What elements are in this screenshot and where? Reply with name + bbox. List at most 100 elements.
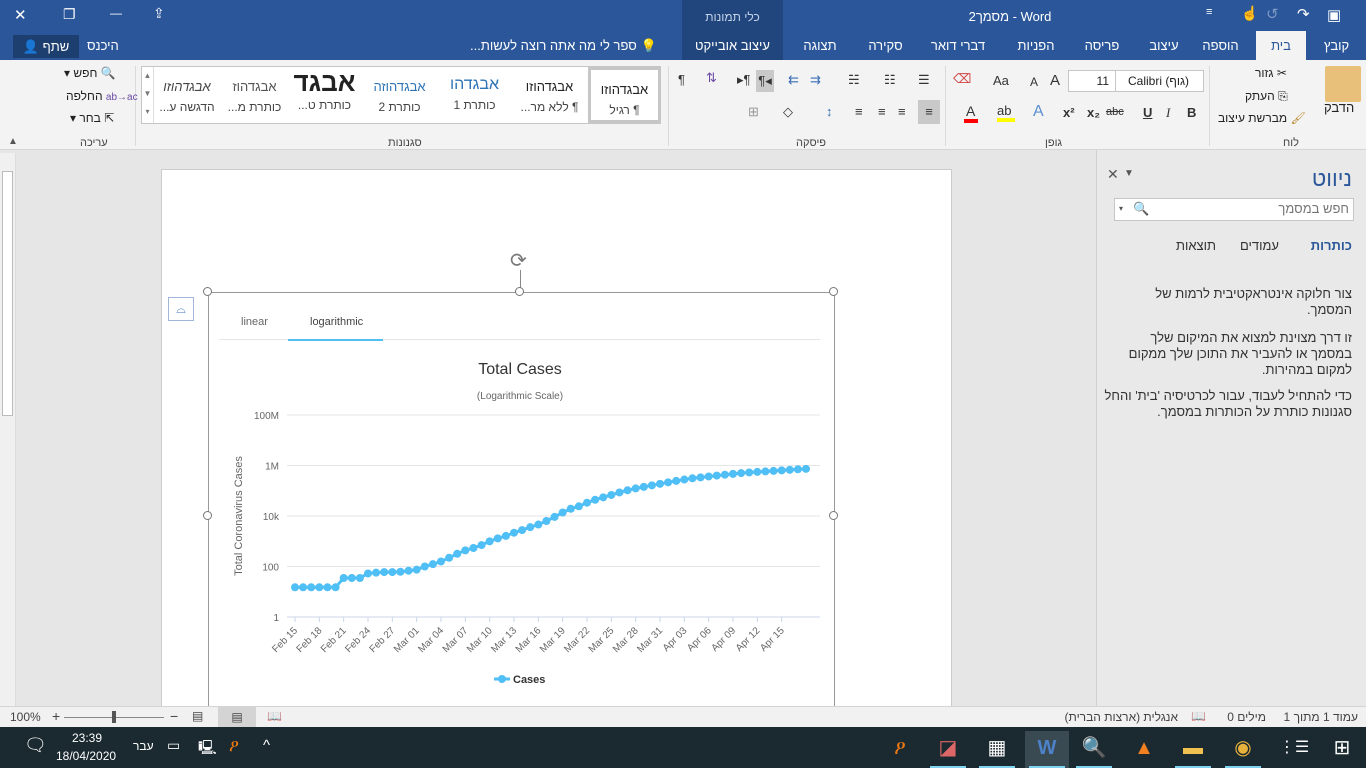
tab-file[interactable]: קובץ [1314,31,1359,60]
style-no-spacing[interactable]: אבגדהוזו ¶ ללא מר... [513,67,586,123]
style-subtitle[interactable]: אבגדהוז כותרת מ... [218,67,291,123]
sort-icon[interactable]: ⇅ [706,70,717,86]
multilevel-list-icon[interactable]: ☵ [848,72,860,88]
nav-tab-pages[interactable]: עמודים [1240,238,1279,253]
style-heading-2[interactable]: אבגדהוזה כותרת 2 [363,67,436,123]
shading-icon[interactable]: ◇ [783,104,793,120]
tray-search-icon[interactable]: ዖ [229,736,239,756]
nav-tab-headings[interactable]: כותרות [1311,238,1352,253]
tab-review[interactable]: סקירה [858,31,913,60]
grow-font-button[interactable]: A [1050,72,1060,89]
rtl-direction-button[interactable]: ¶◂ [756,70,774,92]
tab-home[interactable]: בית [1256,31,1306,60]
borders-icon[interactable]: ⊞ [748,104,759,120]
increase-indent-icon[interactable]: ⇉ [810,72,821,88]
gallery-scroll-buttons[interactable]: ▲ ▼ ▾ [142,67,154,123]
show-hidden-icons[interactable]: ^ [263,737,270,754]
legend-item-cases[interactable]: Cases [494,674,545,686]
show-marks-button[interactable]: ¶ [678,72,685,87]
ribbon-display-options-button[interactable]: ⇪ [153,5,165,22]
nav-tab-results[interactable]: תוצאות [1176,238,1216,253]
paste-icon[interactable] [1325,66,1361,102]
close-button[interactable]: ✕ [14,6,27,24]
search-app-icon[interactable]: ዖ [878,731,922,768]
language-status[interactable]: אנגלית (ארצות הברית) [1065,710,1178,724]
tell-me-box[interactable]: 💡 ספר לי מה אתה רוצה לעשות... [470,38,670,54]
nav-search-box[interactable]: 🔍 ▾ [1114,198,1354,221]
nav-search-input[interactable] [1159,201,1349,216]
zoom-level[interactable]: 100% [10,710,41,724]
task-view-icon[interactable]: ⋮☰ [1272,731,1316,768]
battery-icon[interactable]: ▭ [167,737,180,754]
style-subtle-emphasis[interactable]: אבגדהוזו הדגשה ע... [154,67,220,123]
search-icon[interactable]: 🔍 [1133,201,1149,217]
style-heading-1[interactable]: אבגדהו כותרת 1 [438,67,511,123]
shrink-font-button[interactable]: A [1030,75,1038,89]
zoom-out-button[interactable]: − [170,708,178,724]
cut-button[interactable]: ✂ גזור [1255,66,1287,80]
font-size-select[interactable]: 11 [1068,70,1116,92]
restore-button[interactable]: ❐ [63,6,76,23]
rotate-handle-icon[interactable]: ⟳ [510,248,527,273]
image-viewer-icon[interactable]: 🔍 [1072,731,1116,768]
subscript-button[interactable]: x₂ [1087,105,1100,120]
bullets-icon[interactable]: ☰ [918,72,930,88]
bold-button[interactable]: B [1187,105,1196,120]
vertical-scrollbar[interactable] [0,153,16,706]
tab-insert[interactable]: הוספה [1193,31,1248,60]
chrome-icon[interactable]: ◉ [1221,731,1265,768]
pdf-reader-icon[interactable]: ◪ [926,731,970,768]
touch-mode-icon[interactable]: ☝ [1241,5,1258,22]
line-spacing-icon[interactable]: ↕ [826,104,833,119]
style-normal[interactable]: אבגדהוזו ¶ רגיל [588,67,661,123]
find-button[interactable]: 🔍 חפש ▾ [64,66,116,80]
strikethrough-button[interactable]: abc [1106,106,1124,118]
sign-in-link[interactable]: היכנס [87,38,119,53]
italic-button[interactable]: I [1166,105,1170,121]
align-center-button[interactable]: ≡ [898,104,906,119]
paste-button[interactable]: הדבק [1324,100,1354,115]
tab-mailings[interactable]: דברי דואר [918,31,998,60]
network-icon[interactable]: 🖳 [198,737,217,761]
format-painter-button[interactable]: 🖌 מברשת עיצוב [1218,111,1306,125]
word-count[interactable]: 0 מילים [1227,710,1266,724]
zoom-in-button[interactable]: + [52,708,60,724]
start-button[interactable]: ⊞ [1320,731,1364,768]
page-count[interactable]: עמוד 1 מתוך 1 [1284,710,1358,724]
proofing-icon[interactable]: 📖 [1191,709,1206,723]
clock-date[interactable]: 18/04/2020 [56,749,116,763]
scrollbar-thumb[interactable] [2,171,13,416]
input-language[interactable]: עבר [133,739,154,753]
undo-icon[interactable]: ↺ [1266,5,1279,23]
highlight-icon[interactable]: ab [997,103,1015,122]
customize-qat-icon[interactable]: ≡ [1206,6,1212,18]
superscript-button[interactable]: x² [1063,105,1075,120]
action-center-icon[interactable]: 🗨 [24,735,47,756]
layout-options-icon[interactable]: ⌓ [168,297,194,321]
web-layout-icon[interactable]: ▤ [192,709,203,723]
clock-time[interactable]: 23:39 [60,731,114,745]
redo-icon[interactable]: ↷ [1297,5,1310,23]
copy-button[interactable]: ⎘ העתק [1245,89,1288,104]
vlc-icon[interactable]: ▲ [1122,731,1166,768]
minimize-button[interactable]: — [110,6,122,20]
tab-references[interactable]: הפניות [1005,31,1067,60]
change-case-button[interactable]: Aa [993,73,1009,88]
ltr-direction-button[interactable]: ▸¶ [737,72,751,88]
underline-button[interactable]: U [1143,105,1152,120]
pane-options-icon[interactable]: ▼ [1124,168,1134,179]
text-effects-icon[interactable]: A [1033,103,1044,121]
decrease-indent-icon[interactable]: ⇇ [788,72,799,88]
clear-formatting-icon[interactable]: ⌫ [953,71,971,87]
save-icon[interactable]: ▣ [1327,6,1341,24]
replace-button[interactable]: ab→ac החלפה [66,89,138,103]
font-name-select[interactable]: Calibri (גוף) [1115,70,1204,92]
select-button[interactable]: ⇱ בחר ▾ [70,111,114,125]
tab-view[interactable]: תצוגה [790,31,850,60]
tab-design[interactable]: עיצוב [1140,31,1188,60]
read-mode-icon[interactable]: 📖 [267,709,282,723]
close-pane-icon[interactable]: ✕ [1107,166,1119,183]
calculator-icon[interactable]: ▦ [975,731,1019,768]
tab-format-object[interactable]: עיצוב אובייקט [682,31,783,60]
file-explorer-icon[interactable]: ▬ [1171,731,1215,768]
